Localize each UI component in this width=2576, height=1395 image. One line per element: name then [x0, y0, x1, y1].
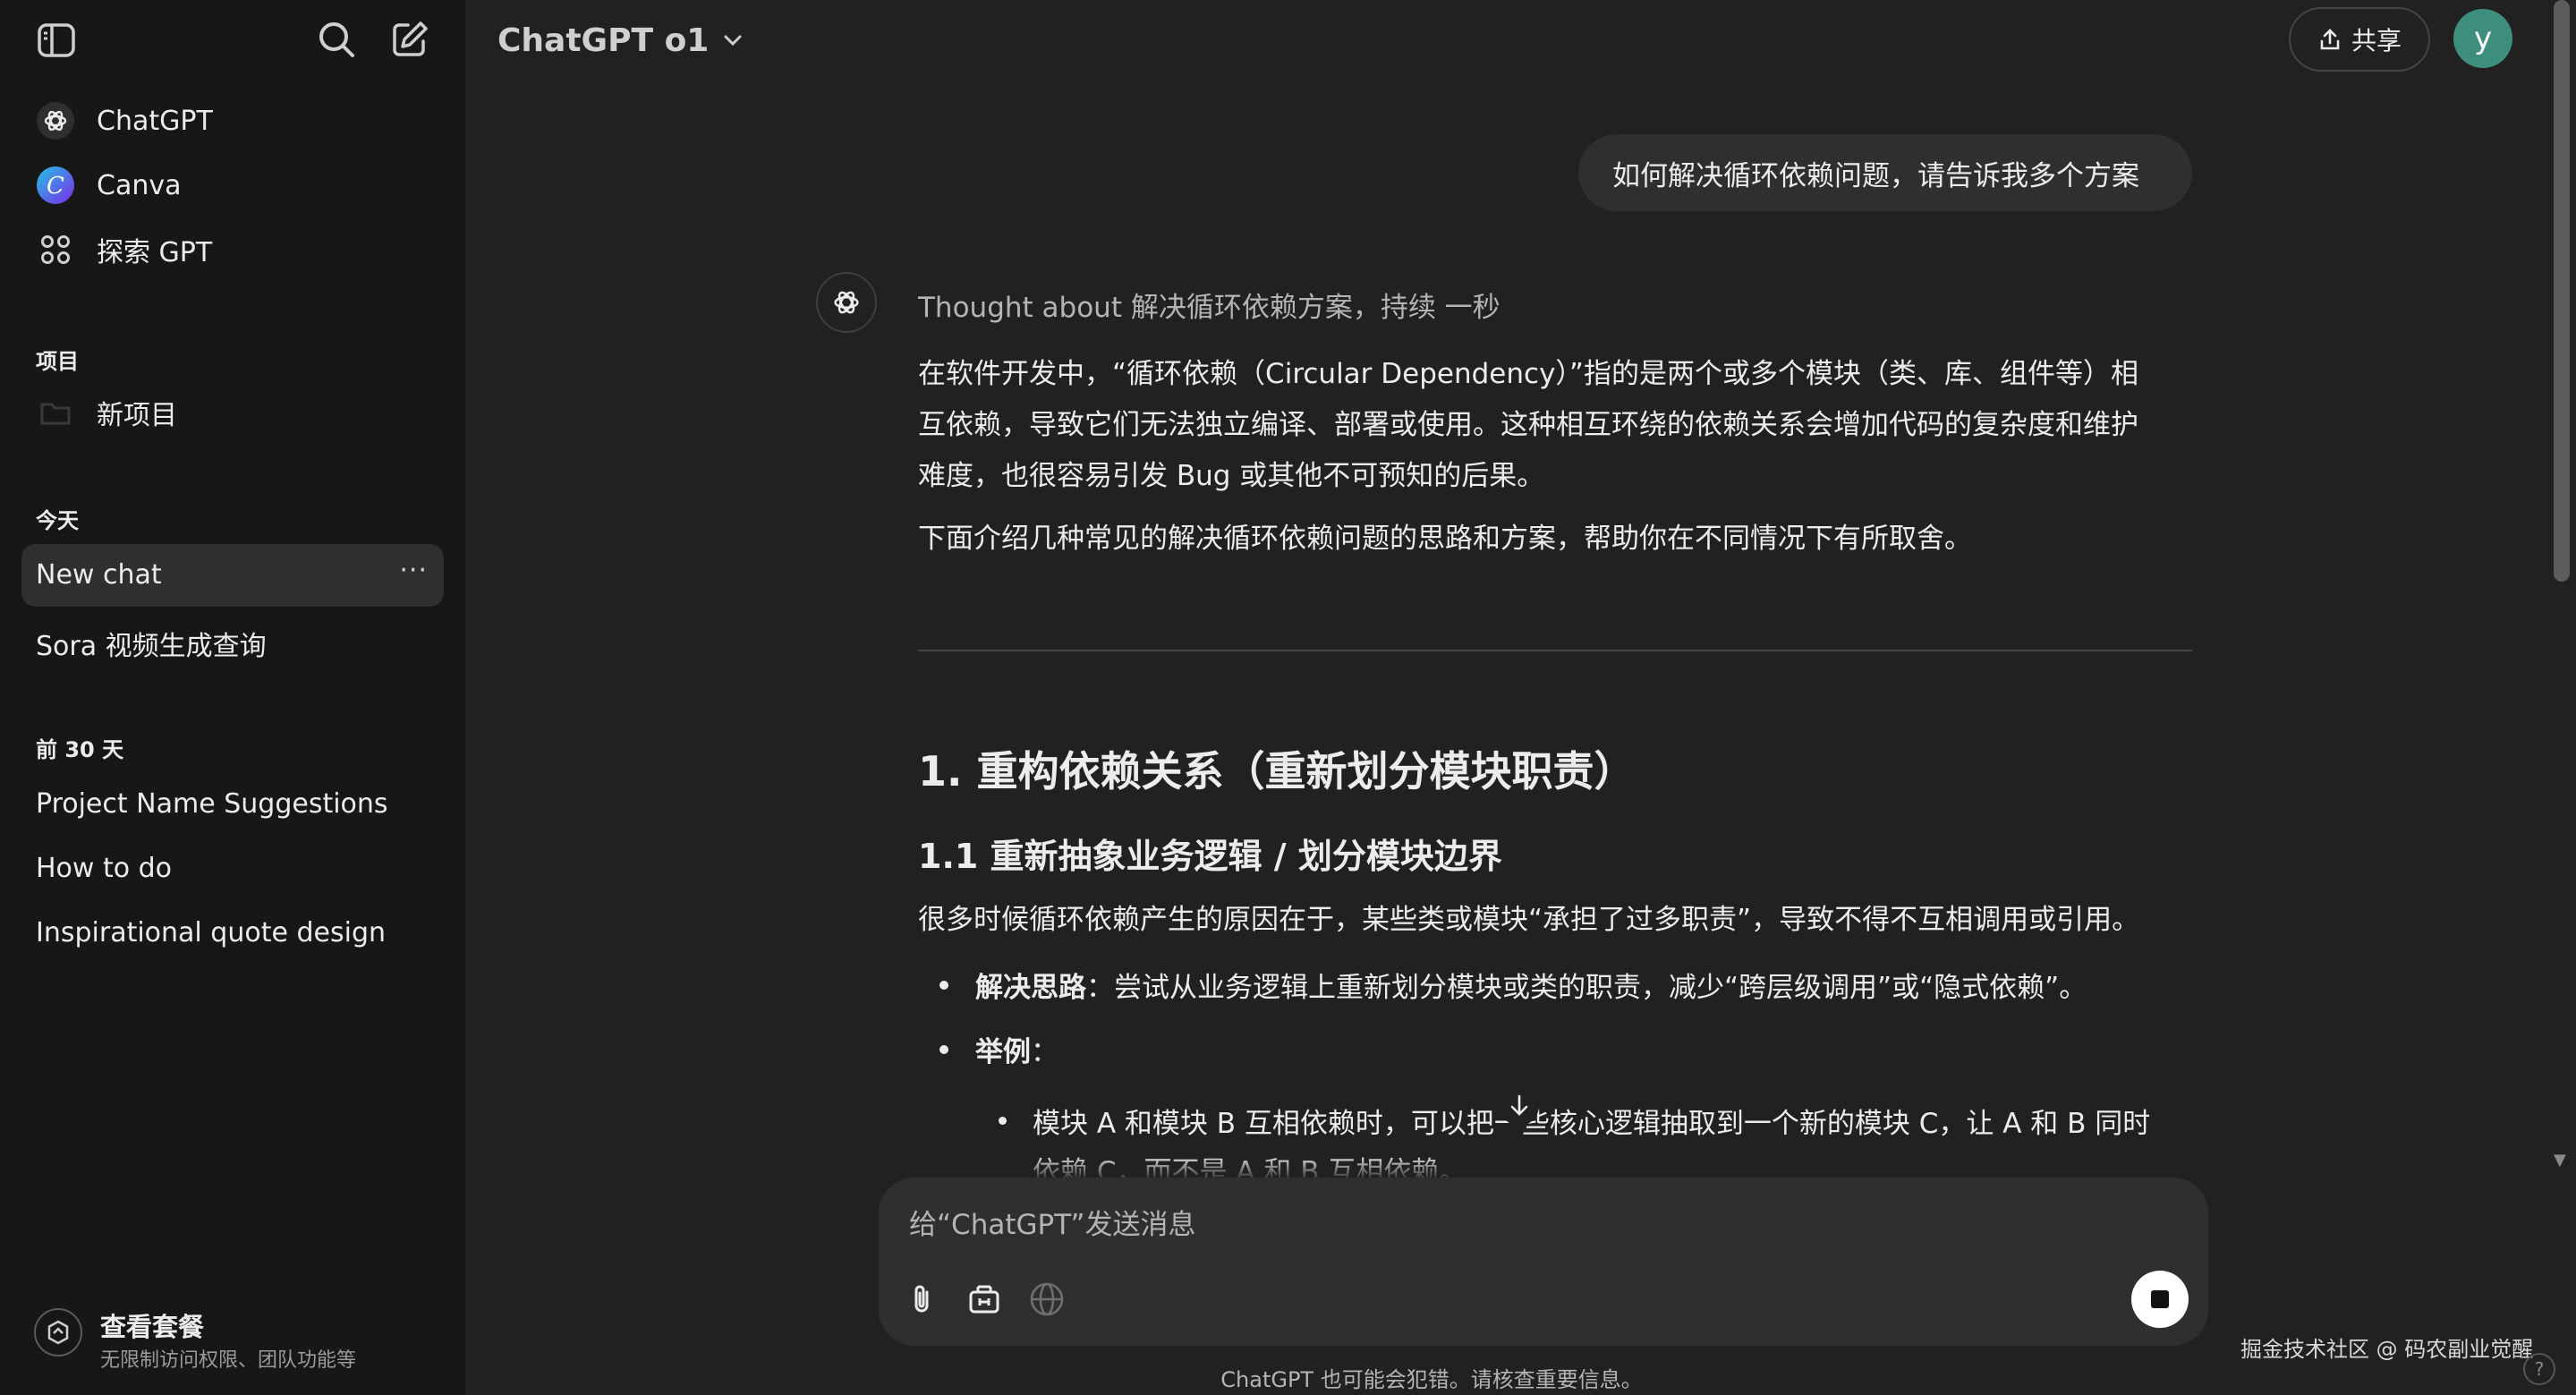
share-button[interactable]: 共享: [2289, 7, 2430, 72]
body-paragraph: 很多时候循环依赖产生的原因在于，某些类或模块“承担了过多职责”，导致不得不互相调…: [918, 904, 2140, 936]
sub-bullet-item: 模块 A 和模块 B 互相依赖时，可以把一些核心逻辑抽取到一个新的模块 C，让 …: [1033, 1108, 2151, 1140]
sidebar-toggle-icon[interactable]: [36, 20, 77, 61]
sidebar-item-canva[interactable]: C Canva: [21, 154, 444, 217]
sidebar-item-label: 探索 GPT: [97, 237, 213, 268]
more-options-icon[interactable]: ···: [399, 555, 428, 586]
stop-generating-button[interactable]: [2131, 1271, 2189, 1328]
sidebar-item-explore-gpt[interactable]: 探索 GPT: [21, 218, 444, 281]
arrow-down-icon: [1510, 1094, 1528, 1116]
chat-item-new-chat[interactable]: New chat ···: [21, 544, 444, 607]
sidebar-item-chatgpt[interactable]: ChatGPT: [21, 89, 444, 152]
chat-item-label: New chat: [36, 559, 162, 591]
sidebar-item-label: 新项目: [97, 400, 177, 431]
canva-logo-icon: C: [36, 166, 75, 205]
divider: [918, 650, 2192, 651]
new-chat-icon[interactable]: [388, 18, 431, 61]
disclaimer: ChatGPT 也可能会犯错。请核查重要信息。: [1220, 1367, 1643, 1392]
attach-icon[interactable]: [898, 1276, 945, 1323]
model-name: ChatGPT o1: [497, 21, 710, 59]
assistant-avatar-icon: [816, 272, 877, 333]
bullet-text: ：尝试从业务逻辑上重新划分模块或类的职责，减少“跨层级调用”或“隐式依赖”。: [1086, 972, 2087, 1004]
sidebar-item-new-project[interactable]: 新项目: [21, 381, 444, 444]
help-icon[interactable]: ?: [2523, 1353, 2555, 1385]
avatar[interactable]: y: [2453, 9, 2512, 68]
stop-icon: [2151, 1290, 2169, 1308]
upgrade-icon: [34, 1308, 82, 1357]
sidebar-item-label: ChatGPT: [97, 105, 213, 137]
globe-icon[interactable]: [1024, 1276, 1070, 1323]
bullet-dot: [939, 981, 948, 990]
subsection-heading: 1.1 重新抽象业务逻辑 / 划分模块边界: [918, 837, 1502, 876]
thought-summary[interactable]: Thought about 解决循环依赖方案，持续 一秒: [918, 285, 1501, 325]
grid-icon: [36, 230, 75, 269]
intro-line: 互依赖，导致它们无法独立编译、部署或使用。这种相互环绕的依赖关系会增加代码的复杂…: [918, 409, 2138, 441]
main-panel: ChatGPT o1 共享 y ▼ 如何解决循环依赖问题，请告诉我多个方案 Th…: [465, 0, 2576, 1395]
section-heading: 1. 重构依赖关系（重新划分模块职责）: [918, 747, 1636, 795]
message-input[interactable]: [907, 1194, 2070, 1256]
bullet-bold: 解决思路: [975, 972, 1086, 1004]
chat-item-inspirational[interactable]: Inspirational quote design: [21, 902, 444, 965]
chatgpt-logo-icon: [36, 101, 75, 140]
sub-bullet-dot: [999, 1117, 1007, 1125]
bullet-dot: [939, 1045, 948, 1054]
folder-icon: [36, 393, 75, 432]
svg-text:C: C: [47, 173, 64, 200]
scroll-to-bottom-button[interactable]: [1500, 1086, 1539, 1126]
scroll-down-arrow-icon[interactable]: ▼: [2554, 1151, 2566, 1170]
view-plans-button[interactable]: 查看套餐 无限制访问权限、团队功能等: [21, 1287, 444, 1376]
plan-title: 查看套餐: [100, 1312, 205, 1342]
bullet-bold: 举例: [975, 1036, 1031, 1068]
chat-item-label: Inspirational quote design: [36, 917, 386, 948]
chevron-down-icon: [724, 35, 742, 47]
intro-line: 难度，也很容易引发 Bug 或其他不可预知的后果。: [918, 460, 1545, 492]
plan-subtitle: 无限制访问权限、团队功能等: [100, 1349, 357, 1372]
bullet-item: 举例：: [975, 1029, 1058, 1069]
bullet-item: 解决思路：尝试从业务逻辑上重新划分模块或类的职责，减少“跨层级调用”或“隐式依赖…: [975, 965, 2087, 1005]
intro-paragraph: 在软件开发中，“循环依赖（Circular Dependency）”指的是两个或…: [918, 349, 2198, 502]
today-heading: 今天: [36, 508, 79, 533]
sidebar: ChatGPT C Canva 探索 GPT 项目 新项目 今天 New cha…: [0, 0, 465, 1395]
chat-item-label: How to do: [36, 853, 173, 884]
chat-item-sora[interactable]: Sora 视频生成查询: [21, 608, 444, 671]
prev30-heading: 前 30 天: [36, 737, 124, 762]
watermark: 掘金技术社区 @ 码农副业觉醒: [2240, 1337, 2534, 1362]
projects-heading: 项目: [36, 349, 79, 374]
composer: [879, 1178, 2208, 1346]
chat-item-label: Project Name Suggestions: [36, 788, 388, 820]
share-label: 共享: [2351, 26, 2402, 55]
chat-item-how-to-do[interactable]: How to do: [21, 838, 444, 900]
search-icon[interactable]: [315, 18, 358, 61]
chat-item-label: Sora 视频生成查询: [36, 631, 267, 662]
user-message: 如何解决循环依赖问题，请告诉我多个方案: [1578, 134, 2192, 211]
scroll-thumb[interactable]: [2554, 0, 2570, 582]
bullet-text: ：: [1031, 1036, 1058, 1068]
sidebar-item-label: Canva: [97, 169, 182, 201]
model-selector[interactable]: ChatGPT o1: [497, 16, 744, 64]
intro-line: 在软件开发中，“循环依赖（Circular Dependency）”指的是两个或…: [918, 358, 2138, 390]
tools-icon[interactable]: [961, 1276, 1007, 1323]
share-icon: [2320, 29, 2340, 50]
scrollbar[interactable]: ▼: [2546, 0, 2576, 1172]
intro-paragraph-2: 下面介绍几种常见的解决循环依赖问题的思路和方案，帮助你在不同情况下有所取舍。: [918, 523, 1972, 555]
chat-item-project-name[interactable]: Project Name Suggestions: [21, 773, 444, 836]
sidebar-header: [0, 0, 465, 79]
